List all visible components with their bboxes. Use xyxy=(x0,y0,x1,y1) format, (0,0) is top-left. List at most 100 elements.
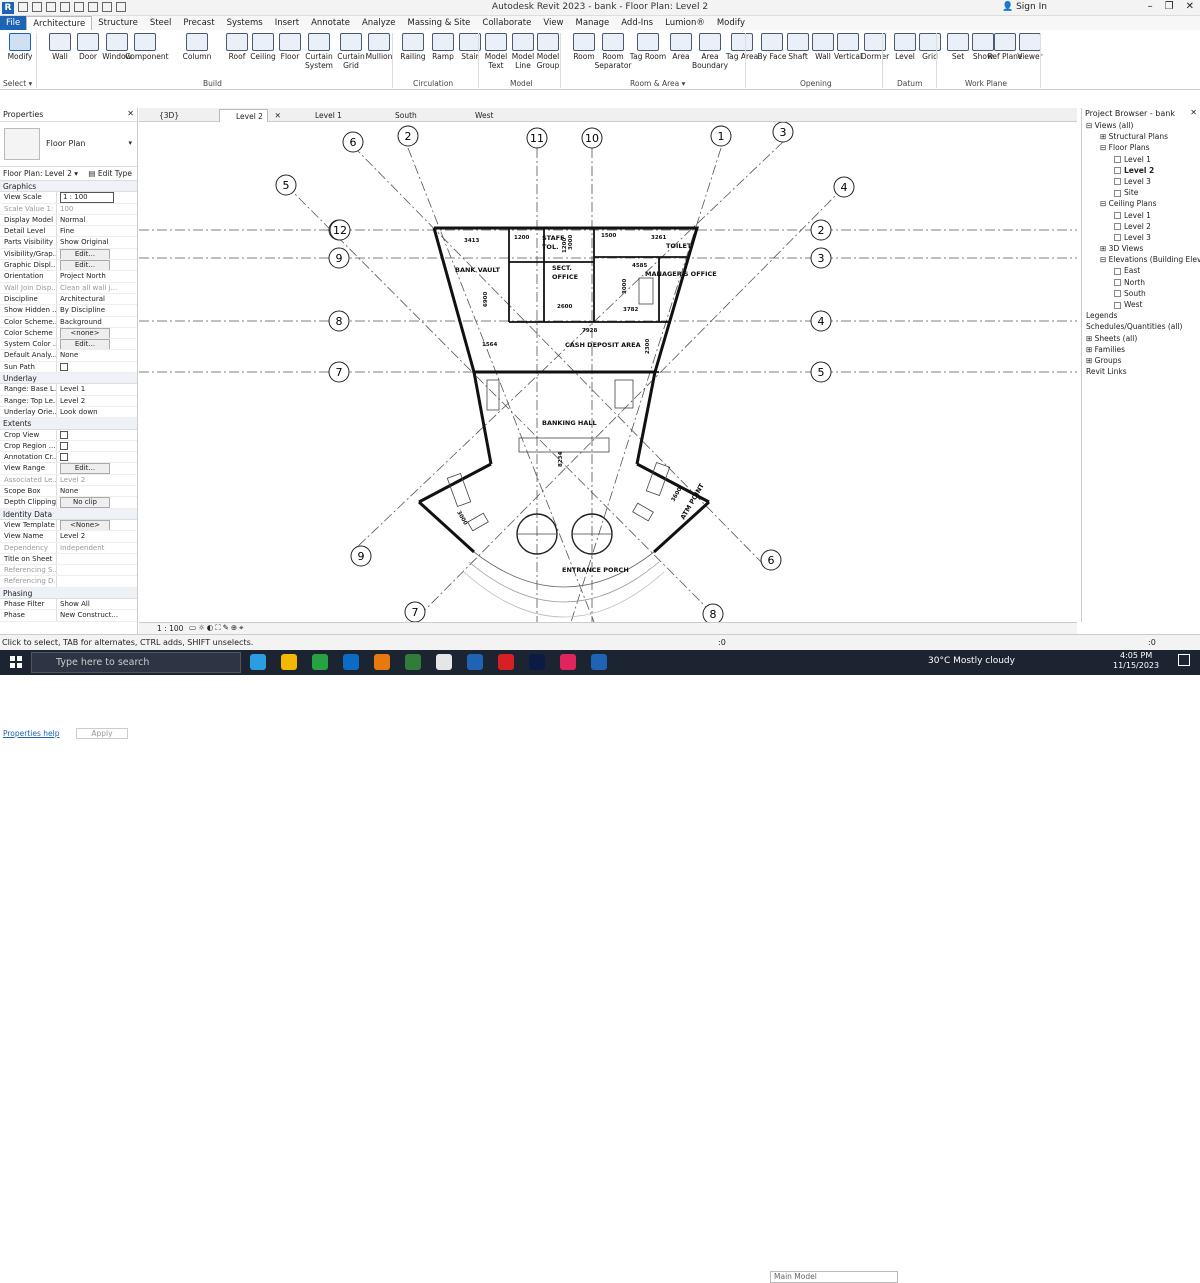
floor-plan-drawing[interactable]: 1234567891011122345678912 BANK VAULTSTAF… xyxy=(139,122,1077,622)
properties-help-link[interactable]: Properties help xyxy=(3,729,60,738)
browser-item-sheets-all-[interactable]: ⊞ Sheets (all) xyxy=(1082,333,1200,344)
taskbar-search[interactable]: Type here to search xyxy=(31,652,241,673)
ribbon-tab-manage[interactable]: Manage xyxy=(570,16,616,30)
grid-line-2[interactable] xyxy=(407,147,595,622)
close-icon[interactable]: ✕ xyxy=(1186,1,1194,12)
ribbon-panel-label[interactable]: Opening xyxy=(800,79,832,88)
grid-head-2[interactable]: 2 xyxy=(397,125,419,147)
grid-head-6[interactable]: 6 xyxy=(342,131,364,153)
revit-2023-icon[interactable] xyxy=(467,654,483,670)
property-value[interactable]: 100 xyxy=(57,204,137,214)
grid-head-8[interactable]: 8 xyxy=(328,310,350,332)
property-value[interactable]: No clip xyxy=(57,497,137,508)
ribbon-panel-label[interactable]: Work Plane xyxy=(965,79,1007,88)
type-selector[interactable]: Floor Plan ▾ xyxy=(0,122,137,167)
browser-item-schedules-quantities-all-[interactable]: Schedules/Quantities (all) xyxy=(1082,321,1200,332)
ribbon-tab-file[interactable]: File xyxy=(0,16,27,30)
property-value[interactable]: Project North xyxy=(57,271,137,281)
browser-item-families[interactable]: ⊞ Families xyxy=(1082,344,1200,355)
property-value[interactable]: Level 2 xyxy=(57,396,137,406)
grid-head-2[interactable]: 2 xyxy=(810,219,832,241)
ribbon-tab-insert[interactable]: Insert xyxy=(269,16,305,30)
main-model-select[interactable]: Main Model xyxy=(770,1271,898,1283)
view-tab-south[interactable]: South xyxy=(379,109,421,122)
windows-start-icon[interactable] xyxy=(10,656,22,668)
collapse-icon[interactable]: ⊟ xyxy=(1100,143,1109,152)
expand-icon[interactable]: ⊞ xyxy=(1100,244,1109,253)
browser-item-level-3[interactable]: Level 3 xyxy=(1082,176,1200,187)
browser-item-level-2[interactable]: Level 2 xyxy=(1082,165,1200,176)
app-icon[interactable] xyxy=(405,654,421,670)
property-value[interactable]: Edit... xyxy=(57,248,137,260)
property-value[interactable]: New Construct... xyxy=(57,610,137,620)
ribbon-tab-massing-site[interactable]: Massing & Site xyxy=(401,16,476,30)
property-value[interactable] xyxy=(57,452,137,462)
property-value[interactable] xyxy=(57,362,137,372)
edge-icon[interactable] xyxy=(250,654,266,670)
property-value[interactable] xyxy=(57,554,137,564)
browser-item-3d-views[interactable]: ⊞ 3D Views xyxy=(1082,243,1200,254)
ribbon-tab-analyze[interactable]: Analyze xyxy=(356,16,402,30)
close-icon[interactable]: ✕ xyxy=(1190,108,1197,117)
notification-icon[interactable] xyxy=(1178,654,1190,666)
vlc-icon[interactable] xyxy=(374,654,390,670)
grid-head-8[interactable]: 8 xyxy=(702,603,724,622)
ribbon-tab-steel[interactable]: Steel xyxy=(144,16,178,30)
ribbon-panel-label[interactable]: Datum xyxy=(897,79,922,88)
ribbon-button-viewer[interactable]: Viewer xyxy=(1010,33,1050,61)
grid-head-9[interactable]: 9 xyxy=(328,247,350,269)
close-icon[interactable]: ✕ xyxy=(127,109,134,118)
property-checkbox[interactable] xyxy=(60,362,68,371)
clock-date[interactable]: 11/15/2023 xyxy=(1113,661,1159,670)
expand-icon[interactable]: ⊞ xyxy=(1086,356,1095,365)
grid-line-4[interactable] xyxy=(420,186,845,615)
browser-item-north[interactable]: North xyxy=(1082,277,1200,288)
property-value[interactable] xyxy=(57,576,137,586)
property-value[interactable]: Show Original xyxy=(57,237,137,247)
property-value[interactable]: By Discipline xyxy=(57,305,137,315)
apply-button[interactable]: Apply xyxy=(76,728,128,739)
collapse-icon[interactable]: ⊟ xyxy=(1100,255,1109,264)
browser-item-level-1[interactable]: Level 1 xyxy=(1082,210,1200,221)
property-value[interactable]: None xyxy=(57,486,137,496)
ribbon-panel-label[interactable]: Room & Area ▾ xyxy=(630,79,685,88)
property-checkbox[interactable] xyxy=(60,430,68,439)
collapse-icon[interactable]: ⊟ xyxy=(1086,121,1095,130)
grid-head-1[interactable]: 1 xyxy=(710,125,732,147)
view-tab-level-2[interactable]: Level 2 ✕ xyxy=(219,109,281,122)
property-value[interactable] xyxy=(57,565,137,575)
drawing-area[interactable]: 1234567891011122345678912 BANK VAULTSTAF… xyxy=(139,122,1077,622)
ribbon-tab-precast[interactable]: Precast xyxy=(177,16,220,30)
property-value[interactable]: Fine xyxy=(57,226,137,236)
restore-icon[interactable]: ❐ xyxy=(1165,1,1174,12)
grid-head-5[interactable]: 5 xyxy=(810,361,832,383)
browser-item-east[interactable]: East xyxy=(1082,265,1200,276)
ribbon-button-column[interactable]: Column xyxy=(177,33,217,61)
property-edit-button[interactable]: No clip xyxy=(60,497,110,508)
property-checkbox[interactable] xyxy=(60,453,68,462)
view-tab--3d-[interactable]: {3D} xyxy=(143,109,183,122)
property-edit-button[interactable]: <none> xyxy=(60,327,110,339)
property-value[interactable]: Edit... xyxy=(57,463,137,474)
expand-icon[interactable]: ⊞ xyxy=(1086,345,1095,354)
minimize-icon[interactable]: – xyxy=(1148,1,1153,12)
property-value[interactable]: Level 1 xyxy=(57,384,137,394)
property-section-header[interactable]: Phasing xyxy=(0,587,137,599)
property-edit-button[interactable]: Edit... xyxy=(60,463,110,474)
property-value[interactable]: None xyxy=(57,350,137,360)
property-checkbox[interactable] xyxy=(60,441,68,450)
grid-head-3[interactable]: 3 xyxy=(810,247,832,269)
property-edit-button[interactable]: Edit... xyxy=(60,248,110,260)
property-value[interactable]: Clean all wall j... xyxy=(57,283,137,293)
ribbon-button-room-separator[interactable]: Room Separator xyxy=(593,33,633,70)
view-control-icons[interactable]: ▭☼◐⛶✎⊕⌖ xyxy=(189,623,245,633)
view-tab-west[interactable]: West xyxy=(459,109,497,122)
weather-widget[interactable]: 30°C Mostly cloudy xyxy=(928,656,1015,666)
ribbon-panel-label[interactable]: Select ▾ xyxy=(3,79,32,88)
grid-line-1[interactable] xyxy=(570,147,722,622)
property-value[interactable]: Background xyxy=(57,317,137,327)
property-section-header[interactable]: Graphics xyxy=(0,181,137,193)
property-section-header[interactable]: Underlay xyxy=(0,373,137,385)
browser-item-views-all-[interactable]: ⊟ Views (all) xyxy=(1082,120,1200,131)
property-value[interactable]: Show All xyxy=(57,599,137,609)
